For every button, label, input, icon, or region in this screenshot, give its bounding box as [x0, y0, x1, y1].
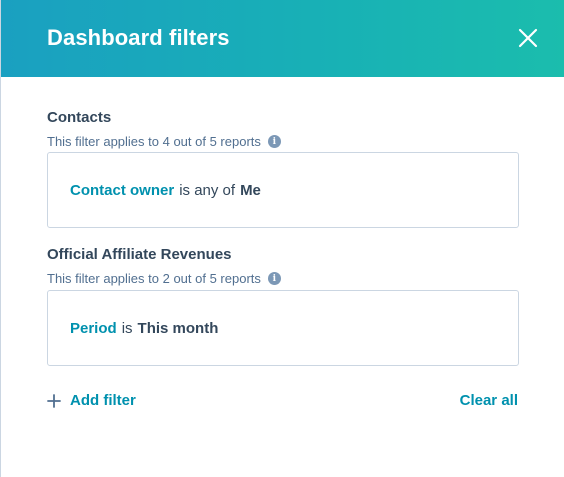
info-icon[interactable]: i	[267, 272, 281, 285]
filter-operator: is any of	[179, 181, 236, 199]
section-subtitle-text: This filter applies to 4 out of 5 report…	[47, 134, 261, 149]
close-icon	[518, 28, 538, 48]
section-title-affiliate-revenues: Official Affiliate Revenues	[47, 246, 232, 263]
filter-value: This month	[137, 319, 219, 337]
filter-property[interactable]: Period	[70, 320, 117, 337]
section-subtitle-affiliate-revenues: This filter applies to 2 out of 5 report…	[47, 271, 281, 286]
clear-all-button[interactable]: Clear all	[460, 392, 518, 409]
section-subtitle-contacts: This filter applies to 4 out of 5 report…	[47, 134, 281, 149]
panel-header: Dashboard filters	[1, 0, 564, 77]
panel-title: Dashboard filters	[47, 25, 230, 50]
filter-operator: is	[121, 319, 133, 337]
info-icon[interactable]: i	[267, 135, 281, 148]
filter-card-period[interactable]: Period is This month	[47, 290, 519, 366]
filter-value: Me	[240, 181, 261, 199]
close-button[interactable]	[512, 22, 544, 54]
section-subtitle-text: This filter applies to 2 out of 5 report…	[47, 271, 261, 286]
plus-icon	[47, 393, 61, 408]
add-filter-label: Add filter	[70, 392, 136, 409]
dashboard-filters-panel: Dashboard filters Contacts This filter a…	[0, 0, 564, 477]
filter-card-contact-owner[interactable]: Contact owner is any of Me	[47, 152, 519, 228]
section-title-contacts: Contacts	[47, 109, 112, 126]
add-filter-button[interactable]: Add filter	[47, 392, 136, 409]
filter-property[interactable]: Contact owner	[70, 182, 174, 199]
